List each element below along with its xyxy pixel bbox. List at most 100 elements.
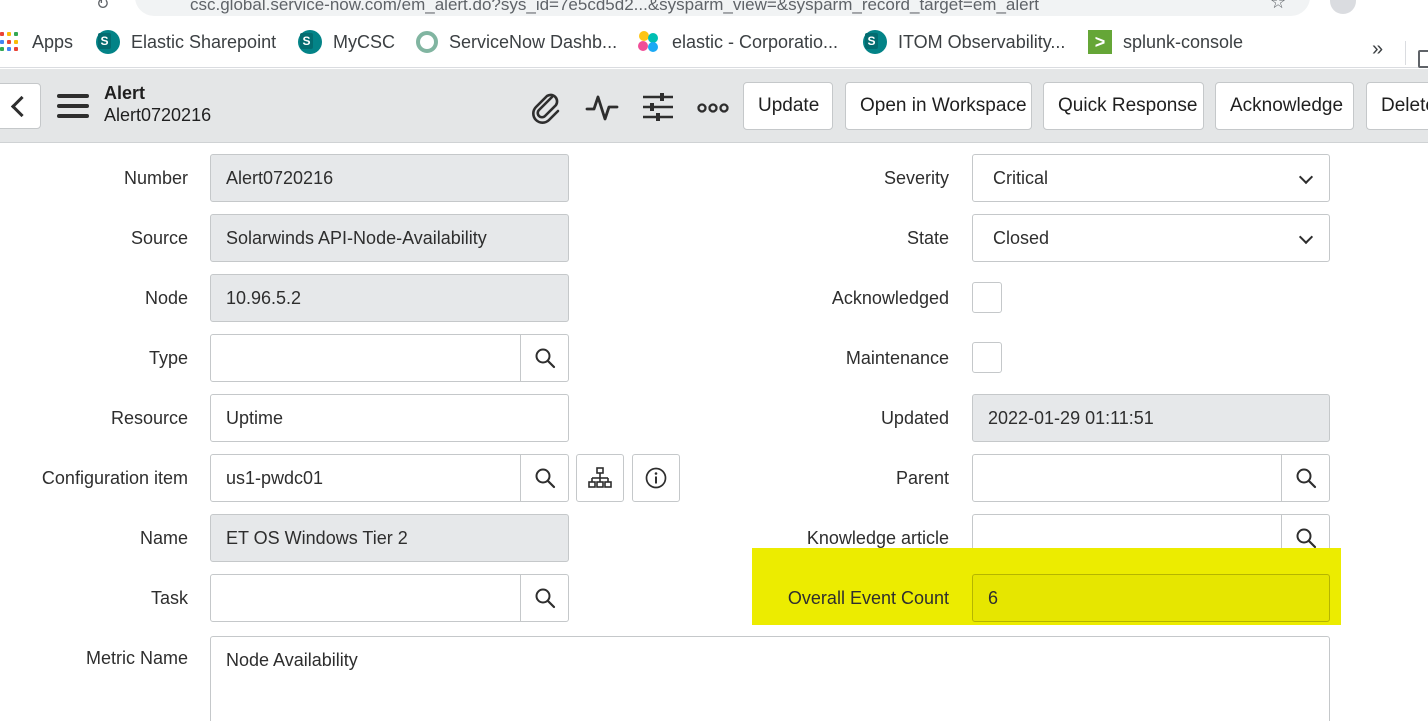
dependency-map-button[interactable] [576,454,624,502]
ci-info-button[interactable] [632,454,680,502]
severity-label: Severity [883,168,949,188]
number-field[interactable]: Alert0720216 [210,154,569,202]
overall-event-count-field[interactable]: 6 [972,574,1330,622]
bookmarks-overflow-button[interactable]: » [1372,38,1383,61]
metric-name-value: Node Availability [226,650,358,670]
acknowledged-checkbox[interactable] [972,282,1002,313]
name-value: ET OS Windows Tier 2 [226,527,408,548]
source-value: Solarwinds API-Node-Availability [226,227,487,248]
update-button[interactable]: Update [743,82,833,130]
open-in-workspace-button[interactable]: Open in Workspace [845,82,1032,130]
info-icon [645,467,667,489]
maintenance-label: Maintenance [845,348,949,368]
bookmarks-bar: Apps Elastic Sharepoint MyCSC ServiceNow… [0,18,1428,68]
knowledge-article-label: Knowledge article [806,528,949,548]
bookmark-label: ITOM Observability... [898,31,1066,52]
name-field[interactable]: ET OS Windows Tier 2 [210,514,569,562]
bookmark-label: Apps [32,31,74,52]
configuration-item-value: us1-pwdc01 [226,467,324,488]
search-icon [535,468,555,489]
ci-lookup-button[interactable] [520,455,568,501]
node-field[interactable]: 10.96.5.2 [210,274,569,322]
node-value: 10.96.5.2 [226,287,302,308]
parent-label: Parent [895,468,949,488]
node-label: Node [144,288,188,308]
maintenance-checkbox[interactable] [972,342,1002,373]
task-lookup-button[interactable] [520,575,568,621]
address-bar-url: csc.global.service-now.com/em_alert.do?s… [190,0,1039,14]
updated-value: 2022-01-29 01:11:51 [988,407,1154,428]
task-field[interactable] [210,574,569,622]
configuration-item-field[interactable]: us1-pwdc01 [210,454,569,502]
bookmark-servicenow-dashboard[interactable]: ServiceNow Dashb... [416,29,617,55]
bookmark-label: splunk-console [1123,31,1244,52]
bookmark-splunk-console[interactable]: > splunk-console [1088,29,1243,55]
resource-field[interactable]: Uptime [210,394,569,442]
task-label: Task [150,588,188,608]
servicenow-icon [416,31,438,53]
bookmark-star-icon[interactable]: ☆ [1270,0,1286,13]
form-title: Alert [104,83,146,103]
parent-lookup-button[interactable] [1281,455,1329,501]
search-icon [1296,468,1316,489]
type-lookup-button[interactable] [520,335,568,381]
updated-field[interactable]: 2022-01-29 01:11:51 [972,394,1330,442]
severity-select[interactable]: Critical [972,154,1330,202]
type-label: Type [148,348,188,368]
search-icon [535,588,555,609]
type-field[interactable] [210,334,569,382]
metric-name-label: Metric Name [85,648,188,668]
reading-list-icon[interactable] [1418,50,1428,68]
back-button[interactable] [0,83,41,129]
activity-pulse-icon[interactable] [584,89,620,125]
metric-name-field[interactable]: Node Availability [210,636,1330,721]
hierarchy-icon [588,467,612,488]
apps-grid-icon [0,32,20,52]
sliders-icon[interactable] [640,89,676,125]
parent-field[interactable] [972,454,1330,502]
bookmark-elastic-corporation[interactable]: elastic - Corporatio... [637,29,838,55]
paperclip-icon[interactable] [528,89,564,125]
splunk-icon: > [1088,30,1112,54]
state-value: Closed [993,227,1050,248]
state-select[interactable]: Closed [972,214,1330,262]
bookmark-apps[interactable]: Apps [0,29,73,55]
hamburger-menu-icon[interactable] [57,94,89,118]
bookmark-label: elastic - Corporatio... [672,31,839,52]
sharepoint-icon [96,30,120,54]
bookmark-label: MyCSC [333,31,395,52]
resource-value: Uptime [226,407,284,428]
elastic-icon [637,30,661,54]
resource-label: Resource [110,408,188,428]
source-field[interactable]: Solarwinds API-Node-Availability [210,214,569,262]
delete-button[interactable]: Delete [1366,82,1428,130]
bookmarks-divider [1405,41,1406,65]
severity-value: Critical [993,167,1049,188]
number-value: Alert0720216 [226,167,334,188]
address-bar[interactable]: csc.global.service-now.com/em_alert.do?s… [135,0,1310,16]
overall-event-count-value: 6 [988,587,999,608]
reload-icon[interactable]: ↻ [96,0,109,14]
browser-toolbar: ↻ csc.global.service-now.com/em_alert.do… [0,0,1428,18]
more-options-icon[interactable] [696,89,732,125]
overall-event-count-label: Overall Event Count [787,588,949,608]
bookmark-mycsc[interactable]: MyCSC [298,29,395,55]
number-label: Number [123,168,188,188]
state-label: State [906,228,949,248]
updated-label: Updated [880,408,949,428]
acknowledge-button[interactable]: Acknowledge [1215,82,1354,130]
acknowledged-label: Acknowledged [831,288,949,308]
bookmark-elastic-sharepoint[interactable]: Elastic Sharepoint [96,29,276,55]
sharepoint-icon [298,30,322,54]
search-icon [535,348,555,369]
quick-response-button[interactable]: Quick Response [1043,82,1204,130]
bookmark-label: ServiceNow Dashb... [449,31,618,52]
search-icon [1296,528,1316,549]
sharepoint-icon [863,30,887,54]
configuration-item-label: Configuration item [41,468,188,488]
profile-avatar[interactable] [1330,0,1356,14]
name-label: Name [139,528,188,548]
form-header: Alert Alert0720216 Update Open in Worksp… [0,69,1428,143]
bookmark-itom-observability[interactable]: ITOM Observability... [863,29,1065,55]
bookmark-label: Elastic Sharepoint [131,31,277,52]
